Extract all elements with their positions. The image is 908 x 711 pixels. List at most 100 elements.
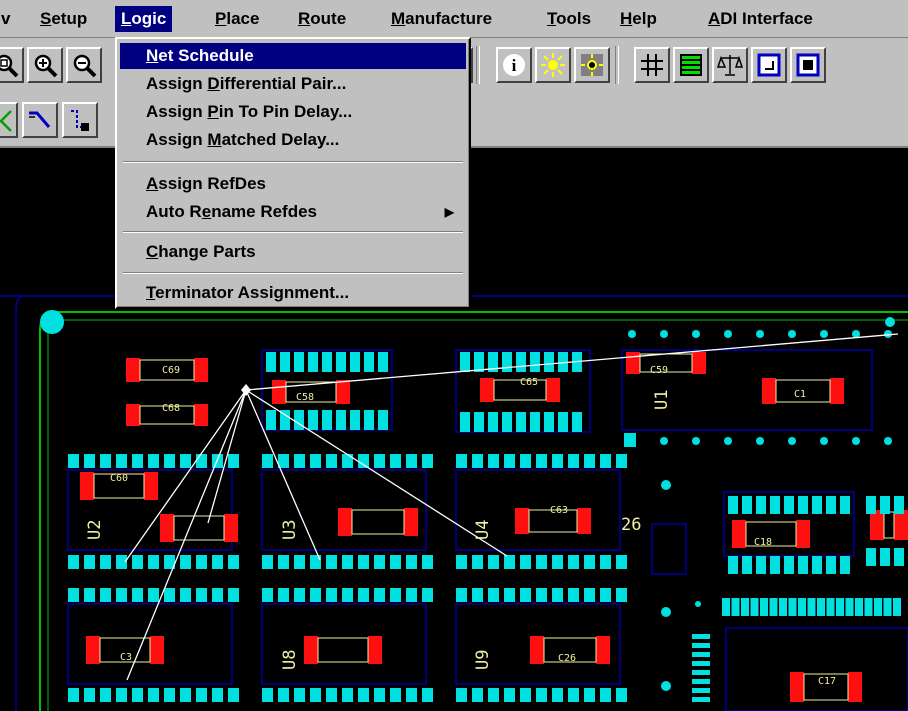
svg-text:i: i (512, 56, 517, 75)
menu-place[interactable]: Place (209, 6, 265, 32)
pad (100, 588, 111, 602)
menuitem-assign-pin-to-pin-delay[interactable]: Assign Pin To Pin Delay... (120, 99, 466, 125)
via (788, 437, 796, 445)
capacitor-pad (830, 378, 844, 404)
pad (807, 598, 816, 616)
zoom-out-button[interactable] (66, 47, 102, 83)
menu-tools-accel: T (547, 9, 557, 28)
menuitem-assign-differential-pair[interactable]: Assign Differential Pair... (120, 71, 466, 97)
pad (520, 688, 531, 702)
pad (756, 496, 766, 514)
pad (520, 454, 531, 468)
pad (750, 598, 759, 616)
pad (536, 454, 547, 468)
menuitem-change-parts[interactable]: Change Parts (120, 239, 466, 265)
pad (294, 454, 305, 468)
menu-help[interactable]: Help (614, 6, 663, 32)
pad (326, 555, 337, 569)
pad (456, 688, 467, 702)
highlight-button[interactable] (535, 47, 571, 83)
menu-route[interactable]: Route (292, 6, 352, 32)
pad (212, 588, 223, 602)
square-icon (757, 53, 781, 77)
menuitem-assign-refdes[interactable]: Assign RefDes (120, 171, 466, 197)
via (660, 437, 668, 445)
pad (378, 352, 388, 372)
add-connect-button[interactable] (0, 102, 18, 138)
pad (692, 661, 710, 666)
capacitor-pad (596, 636, 610, 664)
pad (228, 454, 239, 468)
capacitor-pad (126, 404, 140, 426)
pad (262, 555, 273, 569)
capacitor-pad (126, 358, 140, 382)
fill-button[interactable] (790, 47, 826, 83)
via (756, 437, 764, 445)
pad (788, 598, 797, 616)
pad (756, 556, 766, 574)
pad (310, 454, 321, 468)
layers-button[interactable] (673, 47, 709, 83)
menuitem-assign-matched-delay[interactable]: Assign Matched Delay... (120, 127, 466, 153)
menu-tools[interactable]: Tools (541, 6, 597, 32)
pad (406, 588, 417, 602)
pad (722, 598, 730, 616)
menu-place-label: lace (226, 9, 260, 28)
menuitem-net-schedule[interactable]: Net Schedule (120, 43, 466, 69)
via (692, 437, 700, 445)
capacitor-pad (480, 378, 494, 402)
pad (836, 598, 844, 616)
pad (504, 454, 515, 468)
add-connect-icon (0, 110, 12, 132)
menu-manufacture[interactable]: Manufacture (385, 6, 498, 32)
menu-adi-interface[interactable]: ADI Interface (702, 6, 819, 32)
pad (310, 688, 321, 702)
dehighlight-button[interactable] (574, 47, 610, 83)
route-corner-button[interactable] (62, 102, 98, 138)
pad (342, 588, 353, 602)
menu-logic[interactable]: Logic (115, 6, 173, 32)
ref-label-u2: U2 (85, 520, 105, 540)
pad (212, 555, 223, 569)
menu-place-accel: P (215, 9, 227, 28)
pad (530, 412, 540, 432)
menuitem-auto-rename-refdes[interactable]: Auto Rename Refdes ▶ (120, 199, 466, 225)
menu-setup[interactable]: Setup (34, 6, 93, 32)
menu-view-partial[interactable]: v (0, 6, 16, 32)
zoom-fit-button[interactable] (0, 47, 24, 83)
pad (742, 496, 752, 514)
pad (488, 588, 499, 602)
via (756, 330, 764, 338)
capacitor-body (351, 509, 405, 535)
pad (798, 496, 808, 514)
pad (262, 454, 273, 468)
balance-button[interactable] (712, 47, 748, 83)
pad (422, 588, 433, 602)
pad (378, 410, 388, 430)
balance-icon (717, 55, 743, 76)
slide-button[interactable] (22, 102, 58, 138)
pad (132, 555, 143, 569)
capacitor-pad (546, 378, 560, 402)
grid-button[interactable] (634, 47, 670, 83)
capacitor-pad (894, 510, 908, 540)
pad (552, 454, 563, 468)
pad (731, 598, 740, 616)
pad (422, 688, 433, 702)
pad (826, 556, 836, 574)
zoom-in-button[interactable] (27, 47, 63, 83)
pad (784, 496, 794, 514)
cap-label: C60 (110, 473, 128, 484)
cap-label: C68 (162, 403, 180, 414)
menu-route-accel: R (298, 9, 311, 28)
square-button[interactable] (751, 47, 787, 83)
menuitem-terminator-assignment[interactable]: Terminator Assignment... (120, 280, 466, 306)
pad (278, 588, 289, 602)
info-button[interactable]: i (496, 47, 532, 83)
pad (84, 454, 95, 468)
pad (132, 688, 143, 702)
menu-manufacture-label: anufacture (405, 9, 493, 28)
pad (322, 352, 332, 372)
capacitor-pad (160, 514, 174, 542)
pad (584, 555, 595, 569)
